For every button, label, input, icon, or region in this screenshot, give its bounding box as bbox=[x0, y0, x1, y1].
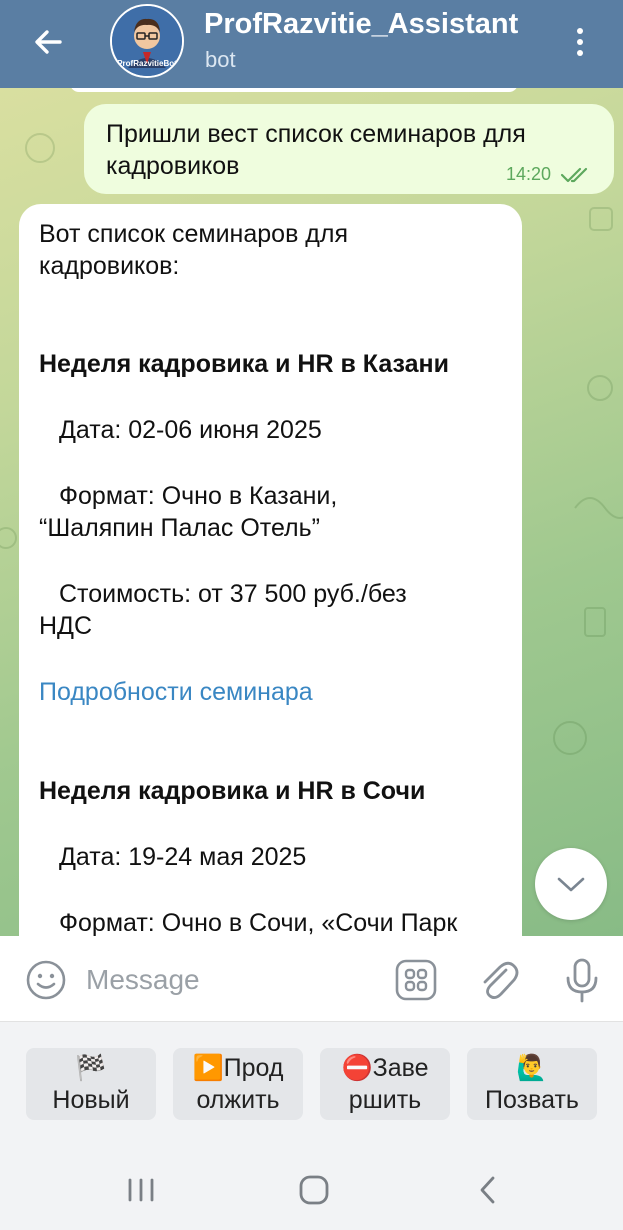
chat-title[interactable]: ProfRazvitie_Assistant bbox=[204, 8, 518, 41]
keyboard-button-new[interactable]: 🏁 Новый bbox=[26, 1048, 156, 1120]
chat-area[interactable]: Пришли вест список семинаров для кадрови… bbox=[0, 88, 623, 936]
dot-icon bbox=[577, 28, 583, 34]
microphone-icon[interactable] bbox=[562, 956, 602, 1004]
seminar-details-link[interactable]: Подробности семинара bbox=[39, 676, 313, 708]
raising-hand-icon: 🙋‍♂️ bbox=[516, 1054, 548, 1082]
checkered-flag-icon: 🏁 bbox=[75, 1054, 107, 1082]
double-check-icon bbox=[560, 167, 588, 183]
seminar-format-kazan: Формат: Очно в Казани, bbox=[59, 482, 338, 510]
bot-keyboard: 🏁 Новый ▶️Прод олжить ⛔Заве ршить 🙋‍♂️ П… bbox=[0, 1022, 623, 1160]
home-icon[interactable] bbox=[298, 1174, 330, 1206]
seminar-date-sochi: Дата: 19-24 мая 2025 bbox=[59, 843, 307, 871]
seminar-format-kazan-venue: “Шаляпин Палас Отель” bbox=[39, 514, 320, 542]
message-composer bbox=[0, 936, 623, 1022]
avatar-caption: ProfRazvitieBot bbox=[117, 59, 177, 68]
seminar-title-sochi: Неделя кадровика и HR в Сочи bbox=[39, 777, 426, 805]
seminar-format-sochi: Формат: Очно в Сочи, «Сочи Парк bbox=[59, 909, 458, 936]
scroll-down-button[interactable] bbox=[535, 848, 607, 920]
chat-subtitle: bot bbox=[205, 47, 236, 72]
system-navigation-bar bbox=[0, 1160, 623, 1230]
more-options-button[interactable] bbox=[568, 22, 592, 62]
keyboard-button-finish[interactable]: ⛔Заве ршить bbox=[320, 1048, 450, 1120]
seminar-date-kazan: Дата: 02-06 июня 2025 bbox=[59, 416, 322, 444]
recent-apps-icon[interactable] bbox=[126, 1176, 156, 1204]
message-time: 14:20 bbox=[506, 164, 552, 184]
play-icon: ▶️ bbox=[192, 1054, 224, 1082]
keyboard-button-label: Позвать bbox=[485, 1086, 579, 1114]
back-button[interactable] bbox=[28, 22, 68, 62]
keyboard-button-label: Прод bbox=[223, 1054, 284, 1082]
keyboard-button-label: олжить bbox=[196, 1086, 280, 1114]
seminar-price-kazan: Стоимость: от 37 500 руб./без bbox=[59, 580, 407, 608]
nav-back-icon[interactable] bbox=[476, 1174, 500, 1206]
keyboard-button-label: ршить bbox=[348, 1086, 422, 1114]
previous-message-edge bbox=[70, 88, 518, 92]
seminar-title-kazan: Неделя кадровика и HR в Казани bbox=[39, 350, 449, 378]
incoming-message[interactable] bbox=[19, 204, 522, 936]
keyboard-button-continue[interactable]: ▶️Прод олжить bbox=[173, 1048, 303, 1120]
bot-keyboard-icon[interactable] bbox=[394, 958, 438, 1002]
message-intro-line1: Вот список семинаров для bbox=[39, 220, 349, 248]
keyboard-button-label: Заве bbox=[372, 1054, 429, 1082]
bot-avatar[interactable]: ProfRazvitieBot bbox=[110, 4, 184, 78]
keyboard-button-call[interactable]: 🙋‍♂️ Позвать bbox=[467, 1048, 597, 1120]
message-input[interactable] bbox=[86, 958, 376, 1002]
chevron-down-icon bbox=[557, 877, 585, 892]
attach-icon[interactable] bbox=[476, 956, 520, 1004]
seminar-price-kazan-vat: НДС bbox=[39, 612, 93, 640]
message-intro-line2: кадровиков: bbox=[39, 252, 180, 280]
dot-icon bbox=[577, 50, 583, 56]
arrow-left-icon bbox=[35, 30, 62, 54]
no-entry-icon: ⛔ bbox=[341, 1054, 373, 1082]
chat-header: ProfRazvitieBot ProfRazvitie_Assistant b… bbox=[0, 0, 623, 88]
dot-icon bbox=[577, 39, 583, 45]
keyboard-button-label: Новый bbox=[52, 1086, 130, 1114]
emoji-icon[interactable] bbox=[24, 958, 68, 1002]
